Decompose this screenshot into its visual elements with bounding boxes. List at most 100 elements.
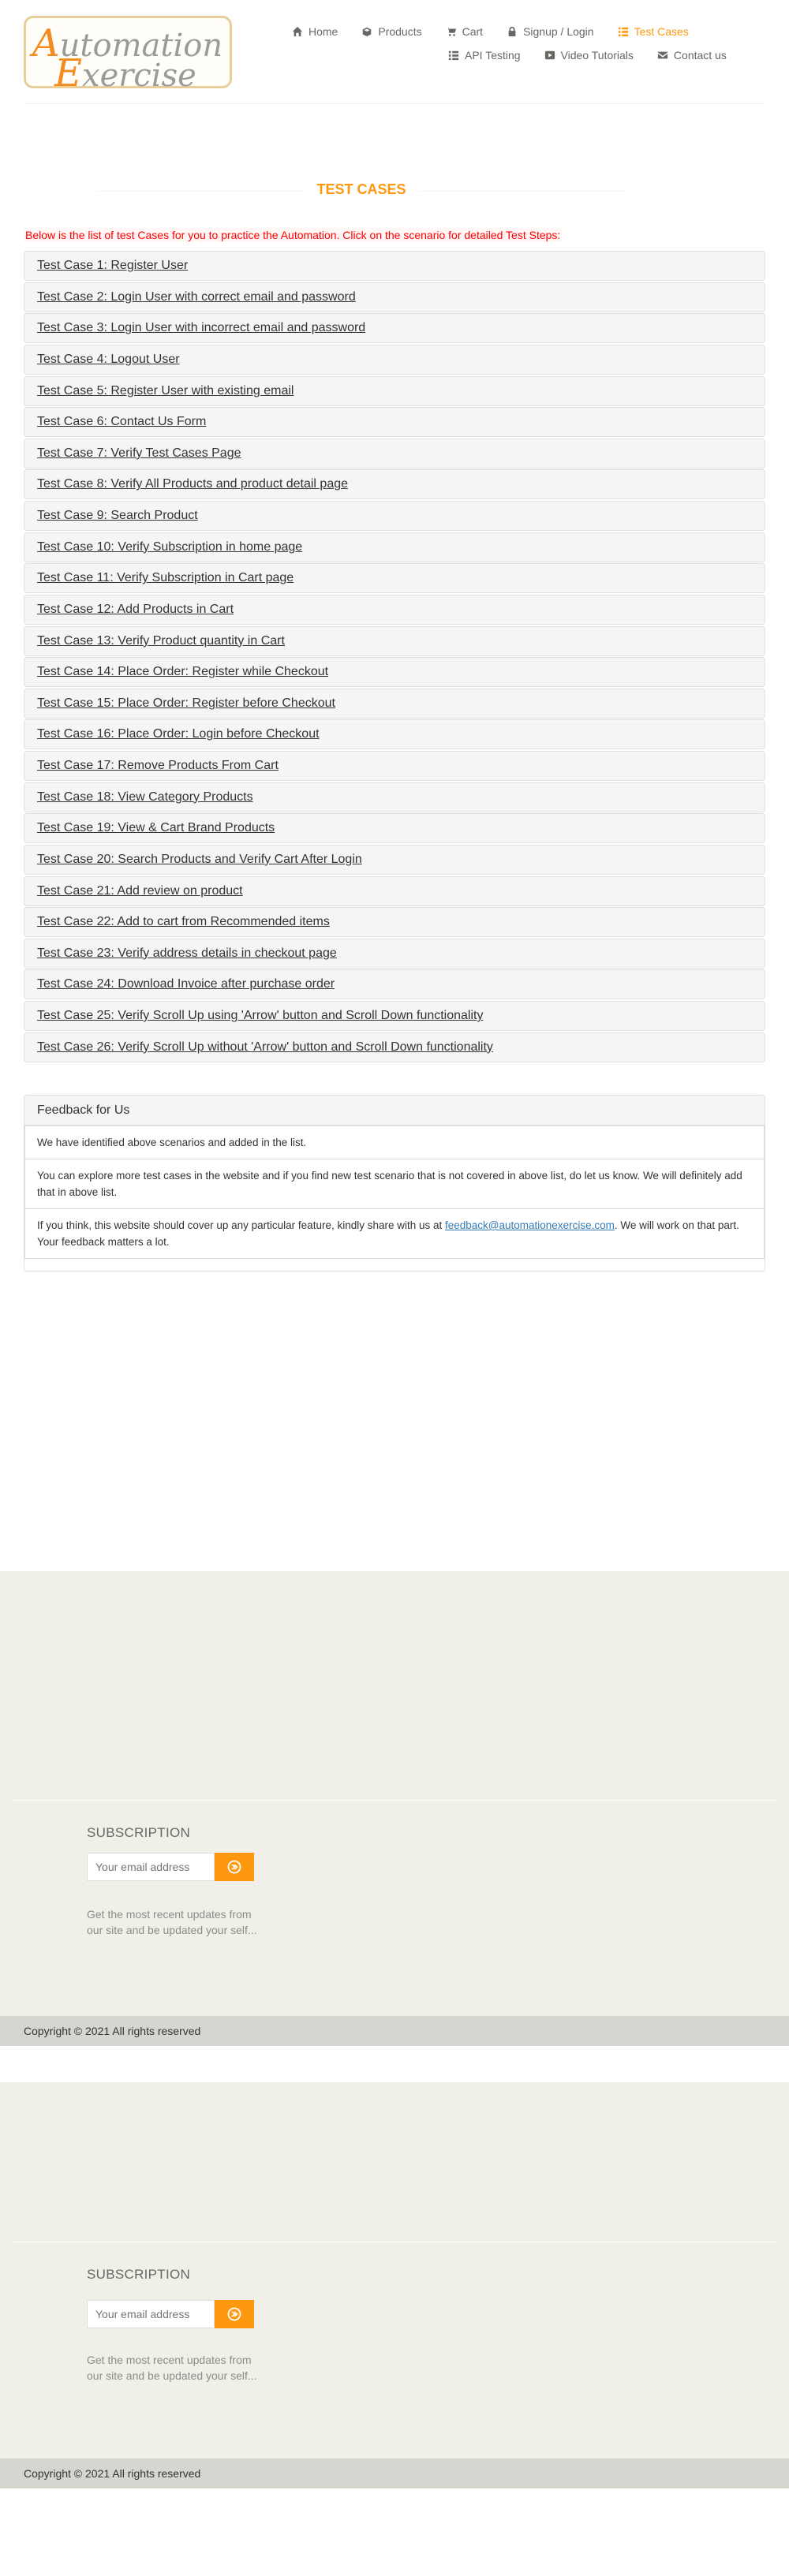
test-case-item[interactable]: Test Case 1: Register User: [24, 251, 765, 281]
site-header: Automation Exercise Home Products Cart S…: [0, 0, 789, 104]
test-case-item[interactable]: Test Case 17: Remove Products From Cart: [24, 751, 765, 781]
footer-divider: [13, 1800, 776, 1801]
nav-cart[interactable]: Cart: [446, 22, 483, 41]
test-case-item[interactable]: Test Case 24: Download Invoice after pur…: [24, 969, 765, 1000]
footer-duplicate: SUBSCRIPTION Get the most recent updates…: [0, 2082, 789, 2461]
test-case-item[interactable]: Test Case 2: Login User with correct ema…: [24, 282, 765, 312]
subscribe-button[interactable]: [215, 1853, 254, 1881]
feedback-email-link[interactable]: feedback@automationexercise.com: [445, 1219, 615, 1231]
test-case-link[interactable]: Test Case 22: Add to cart from Recommend…: [37, 915, 330, 929]
test-case-link[interactable]: Test Case 20: Search Products and Verify…: [37, 853, 362, 867]
test-case-link[interactable]: Test Case 1: Register User: [37, 259, 188, 273]
test-case-item[interactable]: Test Case 15: Place Order: Register befo…: [24, 688, 765, 719]
subscription-description: Get the most recent updates from our sit…: [87, 1908, 257, 1936]
test-case-item[interactable]: Test Case 5: Register User with existing…: [24, 375, 765, 406]
test-case-item[interactable]: Test Case 13: Verify Product quantity in…: [24, 625, 765, 656]
test-case-item[interactable]: Test Case 11: Verify Subscription in Car…: [24, 563, 765, 594]
test-case-link[interactable]: Test Case 4: Logout User: [37, 353, 180, 367]
copyright-text: Copyright © 2021 All rights reserved: [24, 2467, 201, 2480]
home-icon: [292, 26, 303, 37]
nav-home[interactable]: Home: [292, 22, 338, 41]
test-case-link[interactable]: Test Case 8: Verify All Products and pro…: [37, 477, 348, 491]
test-case-item[interactable]: Test Case 25: Verify Scroll Up using 'Ar…: [24, 1001, 765, 1031]
products-icon: [363, 27, 372, 37]
test-case-link[interactable]: Test Case 3: Login User with incorrect e…: [37, 321, 365, 335]
test-case-item[interactable]: Test Case 9: Search Product: [24, 501, 765, 531]
test-case-link[interactable]: Test Case 5: Register User with existing…: [37, 384, 294, 398]
test-case-link[interactable]: Test Case 12: Add Products in Cart: [37, 603, 234, 617]
nav-signup-login-label: Signup / Login: [523, 25, 594, 38]
footer: SUBSCRIPTION Get the most recent updates…: [0, 1571, 789, 2046]
cart-icon: [446, 27, 456, 36]
copyright-bar: Copyright © 2021 All rights reserved: [0, 2016, 789, 2046]
nav-contact-us[interactable]: Contact us: [657, 46, 727, 65]
nav-signup-login[interactable]: Signup / Login: [507, 22, 594, 41]
test-case-link[interactable]: Test Case 16: Place Order: Login before …: [37, 727, 320, 741]
test-case-item[interactable]: Test Case 18: View Category Products: [24, 782, 765, 812]
test-case-item[interactable]: Test Case 10: Verify Subscription in hom…: [24, 532, 765, 562]
test-case-item[interactable]: Test Case 14: Place Order: Register whil…: [24, 657, 765, 688]
test-case-link[interactable]: Test Case 9: Search Product: [37, 509, 198, 523]
page-title: TEST CASES: [316, 181, 406, 197]
nav-test-cases[interactable]: Test Cases: [618, 22, 689, 41]
test-case-link[interactable]: Test Case 10: Verify Subscription in hom…: [37, 540, 302, 554]
header-divider: [24, 103, 765, 104]
test-case-item[interactable]: Test Case 3: Login User with incorrect e…: [24, 313, 765, 344]
nav-video-tutorials-label: Video Tutorials: [560, 49, 634, 62]
title-block: TEST CASES: [98, 181, 625, 202]
youtube-icon: [544, 50, 555, 60]
test-case-link[interactable]: Test Case 21: Add review on product: [37, 884, 243, 898]
test-case-item[interactable]: Test Case 22: Add to cart from Recommend…: [24, 907, 765, 938]
site-logo[interactable]: Automation Exercise: [24, 16, 232, 95]
test-case-link[interactable]: Test Case 7: Verify Test Cases Page: [37, 446, 241, 461]
test-case-link[interactable]: Test Case 23: Verify address details in …: [37, 946, 337, 961]
list-icon: [448, 50, 459, 61]
test-case-item[interactable]: Test Case 19: View & Cart Brand Products: [24, 813, 765, 844]
test-case-item[interactable]: Test Case 12: Add Products in Cart: [24, 594, 765, 625]
test-case-item[interactable]: Test Case 26: Verify Scroll Up without '…: [24, 1032, 765, 1062]
envelope-icon: [657, 51, 668, 59]
nav-products[interactable]: Products: [361, 22, 422, 41]
test-case-link[interactable]: Test Case 6: Contact Us Form: [37, 415, 206, 429]
test-case-link[interactable]: Test Case 13: Verify Product quantity in…: [37, 634, 285, 648]
list-icon: [618, 27, 628, 37]
test-case-link[interactable]: Test Case 24: Download Invoice after pur…: [37, 977, 335, 991]
test-case-link[interactable]: Test Case 18: View Category Products: [37, 790, 253, 805]
feedback-title: Feedback for Us: [24, 1096, 765, 1126]
test-case-item[interactable]: Test Case 23: Verify address details in …: [24, 938, 765, 969]
test-case-item[interactable]: Test Case 21: Add review on product: [24, 875, 765, 906]
arrow-circle-right-icon: [227, 1860, 241, 1874]
test-case-item[interactable]: Test Case 6: Contact Us Form: [24, 407, 765, 438]
test-case-link[interactable]: Test Case 25: Verify Scroll Up using 'Ar…: [37, 1009, 483, 1023]
test-case-link[interactable]: Test Case 19: View & Cart Brand Products: [37, 821, 275, 835]
test-case-item[interactable]: Test Case 20: Search Products and Verify…: [24, 844, 765, 875]
subscription-description: Get the most recent updates from our sit…: [87, 2354, 257, 2382]
test-case-item[interactable]: Test Case 4: Logout User: [24, 344, 765, 375]
feedback-paragraph-1: We have identified above scenarios and a…: [24, 1126, 765, 1159]
subscription-email-input[interactable]: [87, 2300, 215, 2328]
subscribe-button[interactable]: [215, 2300, 254, 2328]
logo-word-exercise: Exercise: [54, 51, 196, 95]
test-case-item[interactable]: Test Case 16: Place Order: Login before …: [24, 719, 765, 750]
feedback-panel: Feedback for Us We have identified above…: [24, 1095, 765, 1271]
test-case-list: Test Case 1: Register User Test Case 2: L…: [24, 251, 765, 1063]
subscription-title: SUBSCRIPTION: [87, 1825, 191, 1840]
test-case-link[interactable]: Test Case 11: Verify Subscription in Car…: [37, 571, 294, 585]
test-case-item[interactable]: Test Case 8: Verify All Products and pro…: [24, 469, 765, 500]
test-case-link[interactable]: Test Case 14: Place Order: Register whil…: [37, 665, 328, 679]
test-case-link[interactable]: Test Case 2: Login User with correct ema…: [37, 290, 356, 304]
arrow-circle-right-icon: [227, 2307, 241, 2321]
nav-video-tutorials[interactable]: Video Tutorials: [544, 46, 634, 65]
nav-api-testing-label: API Testing: [465, 49, 521, 62]
test-case-item[interactable]: Test Case 7: Verify Test Cases Page: [24, 438, 765, 469]
nav-home-label: Home: [308, 25, 338, 38]
feedback-paragraph-2: You can explore more test cases in the w…: [24, 1159, 765, 1209]
subscription-email-input[interactable]: [87, 1853, 215, 1881]
lock-icon: [508, 26, 516, 37]
nav-api-testing[interactable]: API Testing: [448, 46, 521, 65]
copyright-text: Copyright © 2021 All rights reserved: [24, 2025, 201, 2037]
nav-products-label: Products: [378, 25, 422, 38]
test-case-link[interactable]: Test Case 17: Remove Products From Cart: [37, 759, 279, 773]
test-case-link[interactable]: Test Case 15: Place Order: Register befo…: [37, 696, 335, 711]
test-case-link[interactable]: Test Case 26: Verify Scroll Up without '…: [37, 1040, 493, 1055]
